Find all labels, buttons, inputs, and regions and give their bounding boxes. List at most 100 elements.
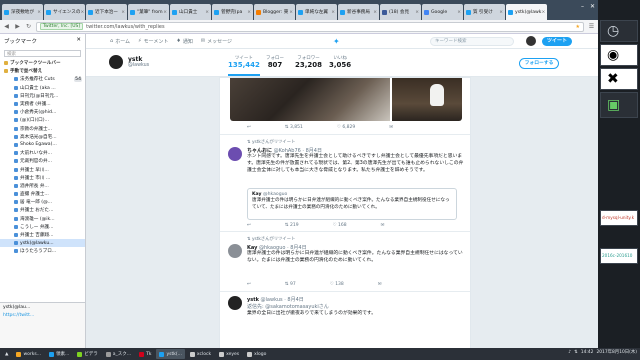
bookmark-item[interactable]: 山口貴士 (aka ...	[0, 84, 85, 92]
taskbar-item[interactable]: works...	[13, 349, 44, 359]
taskbar-item[interactable]: a_スク...	[103, 349, 134, 359]
dock-xlogo-widget[interactable]: ✖	[600, 68, 638, 90]
address-bar[interactable]: Twitter, Inc. [US] twitter.com/lawkus/wi…	[36, 21, 584, 32]
bookmark-item[interactable]: 大前れいな弁...	[0, 149, 85, 157]
nav-messages[interactable]: ✉ メッセージ	[201, 38, 232, 45]
tab-close-icon[interactable]: ×	[373, 10, 377, 15]
tab-close-icon[interactable]: ×	[163, 10, 167, 15]
like-button[interactable]: ♡ 168	[333, 223, 347, 228]
profile-name[interactable]: ystk	[128, 56, 142, 63]
reply-icon[interactable]: ↩	[247, 282, 251, 287]
nav-notifications[interactable]: ♦ 通知	[176, 38, 193, 45]
tweet-avatar[interactable]	[228, 244, 242, 258]
reload-icon[interactable]: ↻	[25, 23, 32, 30]
retweet-button[interactable]: ⇅ 219	[285, 223, 299, 228]
close-window-icon[interactable]: ✕	[590, 3, 595, 10]
bookmark-item[interactable]: 海渡雄一 (@ik...	[0, 215, 85, 223]
tab-close-icon[interactable]: ×	[331, 10, 335, 15]
stat-following[interactable]: フォロー 807	[266, 55, 284, 69]
browser-tab[interactable]: 菅野完(pa ×	[212, 4, 253, 20]
tweet-button[interactable]: ツイート	[542, 37, 572, 46]
tab-close-icon[interactable]: ×	[80, 10, 84, 15]
tab-close-icon[interactable]: ×	[205, 10, 209, 15]
tab-close-icon[interactable]: ×	[37, 10, 41, 15]
site-identity-badge[interactable]: Twitter, Inc. [US]	[40, 23, 84, 30]
bookmark-item[interactable]: 小倉秀夫(@hid...	[0, 108, 85, 116]
tweet-photo[interactable]	[392, 78, 462, 121]
forward-icon[interactable]: ▶	[14, 23, 21, 30]
dock-window-thumb[interactable]: 2016c-201610	[600, 248, 638, 264]
bookmark-item[interactable]: 弁護士 吉藤翔...	[0, 231, 85, 239]
twitter-bird-icon[interactable]: ✦	[333, 37, 343, 46]
clock-date[interactable]: 2017年8月10日(木)	[596, 349, 637, 355]
reply-icon[interactable]: ↩	[247, 125, 251, 130]
bookmark-item[interactable]: 弁護士 おだた...	[0, 206, 85, 214]
clock-time[interactable]: 14:42	[581, 350, 594, 355]
taskbar-item[interactable]: xclock	[187, 349, 214, 359]
bookmark-item[interactable]: Shoko Egawa(...	[0, 141, 85, 149]
twitter-search-input[interactable]: キーワード検索	[430, 37, 514, 46]
bookmark-star-icon[interactable]: ★	[576, 24, 580, 30]
taskbar-item[interactable]: ystk(...	[156, 349, 185, 359]
tweet-media[interactable]	[220, 78, 470, 121]
quoted-tweet[interactable]: Kay @hkaoguo 唐澤弁護士の件は明らかに日弁連が組織的に動くべき案件。…	[247, 188, 457, 220]
bookmark-item[interactable]: (@)(口)(口)...	[0, 116, 85, 124]
bookmark-item[interactable]: 盗撮 弁護士...	[0, 190, 85, 198]
tab-close-icon[interactable]: ×	[247, 10, 251, 15]
tweet-avatar[interactable]	[228, 296, 242, 310]
taskbar-item[interactable]: 領素...	[46, 349, 72, 359]
dock-eyes-widget[interactable]: ◉	[600, 44, 638, 66]
network-icon[interactable]: ⇅	[574, 350, 578, 355]
browser-tab[interactable]: 近下本治ー ×	[86, 4, 127, 20]
tab-close-icon[interactable]: ×	[499, 10, 503, 15]
dm-icon[interactable]: ✉	[378, 282, 382, 287]
bookmark-folder[interactable]: 手動で並べ替え	[0, 67, 85, 75]
close-sidebar-icon[interactable]: ✕	[76, 37, 81, 45]
bookmark-item[interactable]: 高木浩光@自宅...	[0, 133, 85, 141]
browser-tab[interactable]: 深夜敷地が ×	[2, 4, 43, 20]
bookmark-item[interactable]: 実務者 (弁護...	[0, 100, 85, 108]
tab-close-icon[interactable]: ×	[415, 10, 419, 15]
back-icon[interactable]: ◀	[3, 23, 10, 30]
dock-monitor-widget[interactable]: ▣	[600, 92, 638, 118]
browser-tab[interactable]: 質 引受け ×	[464, 4, 505, 20]
browser-tab[interactable]: Google ×	[422, 4, 463, 20]
tab-close-icon[interactable]: ×	[289, 10, 293, 15]
menu-icon[interactable]: ☰	[588, 23, 595, 30]
browser-tab[interactable]: Blogger: 東 ×	[254, 4, 295, 20]
bookmark-item[interactable]: 弁護士 市川 ...	[0, 174, 85, 182]
tab-close-icon[interactable]: ×	[541, 10, 545, 15]
bookmark-item[interactable]: 日刊元(@日刊元...	[0, 92, 85, 100]
bookmark-item[interactable]: 法务推荐社 Cuts 54	[0, 75, 85, 83]
browser-tab[interactable]: 単純な左翼 ×	[296, 4, 337, 20]
taskbar-item[interactable]: ビデラ	[74, 349, 101, 359]
nav-home[interactable]: ⌂ ホーム	[110, 38, 130, 45]
bookmark-item[interactable]: 宗教の弁護士...	[0, 125, 85, 133]
bookmark-folder[interactable]: ブックマークツールバー	[0, 59, 85, 67]
like-button[interactable]: ♡ 6,829	[337, 125, 355, 130]
volume-icon[interactable]: ♪	[568, 350, 571, 355]
bookmark-item[interactable]: 居 竜一郎 (@...	[0, 198, 85, 206]
dock-clock-widget[interactable]: ◷	[600, 20, 638, 42]
dm-icon[interactable]: ✉	[389, 125, 393, 130]
stat-followers[interactable]: フォロワー 23,208	[295, 55, 322, 69]
taskbar-item[interactable]: xlogo	[244, 349, 269, 359]
profile-avatar[interactable]	[108, 54, 124, 70]
bookmark-item[interactable]: ystk(@lawku...	[0, 239, 85, 248]
stat-tweets[interactable]: ツイート 135,442	[228, 55, 260, 76]
tweet-item[interactable]: ⇅ ystkさんがリツイート ちゃんおに @KohAb76 · 8月4日 ホント…	[220, 134, 470, 231]
taskbar-item[interactable]: Tk	[136, 349, 154, 359]
start-menu-icon[interactable]: ▲	[2, 349, 11, 359]
like-button[interactable]: ♡ 138	[330, 282, 344, 287]
tab-close-icon[interactable]: ×	[121, 10, 125, 15]
bookmark-item[interactable]: 弁護士 早川...	[0, 165, 85, 173]
retweet-button[interactable]: ⇅ 97	[285, 282, 296, 287]
bookmark-item[interactable]: 酒井所長 弁...	[0, 182, 85, 190]
dock-window-thumb[interactable]: d-mysql-unity.k	[600, 210, 638, 226]
tab-close-icon[interactable]: ×	[457, 10, 461, 15]
retweet-button[interactable]: ⇅ 3,851	[285, 125, 303, 130]
browser-tab[interactable]: 山口貴士 ×	[170, 4, 211, 20]
bookmark-detail-link[interactable]: https://twitt...	[3, 313, 83, 318]
browser-tab[interactable]: ystk(@lawk ×	[506, 4, 547, 20]
reply-icon[interactable]: ↩	[247, 223, 251, 228]
